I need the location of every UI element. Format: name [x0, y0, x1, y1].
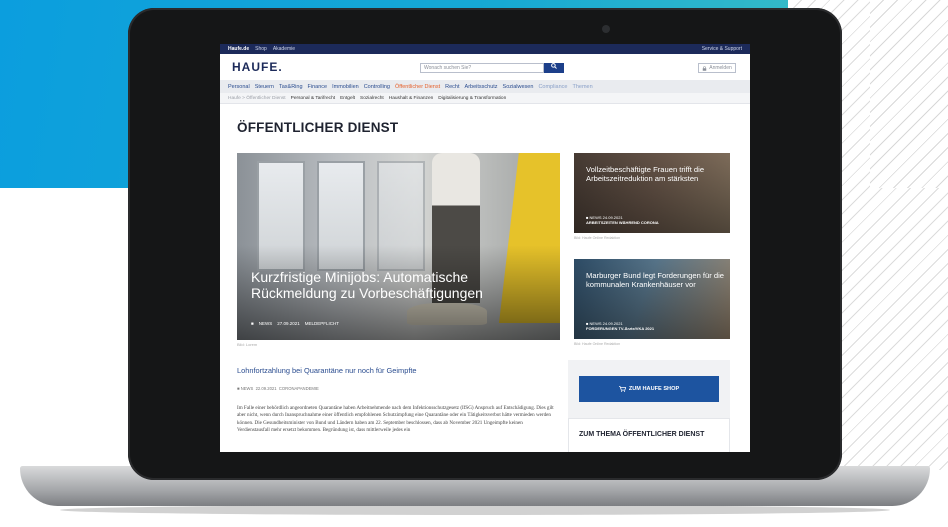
subnav-item-digitalisierung[interactable]: Digitalisierung & Transformation	[438, 96, 506, 101]
hero-meta-type: NEWS	[258, 321, 273, 326]
hero-teaser[interactable]: Kurzfristige Minijobs: Automatische Rück…	[237, 153, 560, 340]
search-bar: Wonach suchen Sie?	[420, 63, 564, 73]
nav-item-arbeitsschutz[interactable]: Arbeitsschutz	[465, 84, 498, 90]
laptop-shadow	[60, 505, 890, 515]
subnav-item-sozialrecht[interactable]: Sozialrecht	[360, 96, 384, 101]
nav-item-finance[interactable]: Finance	[308, 84, 328, 90]
search-button[interactable]	[544, 63, 564, 73]
article-title[interactable]: Lohnfortzahlung bei Quarantäne nur noch …	[237, 366, 417, 375]
article-meta: ■ NEWS 22.09.2021 CORONAPANDEMIE	[237, 386, 319, 391]
nav-item-immobilien[interactable]: Immobilien	[332, 84, 359, 90]
hero-image-caption: Bild: Lorem	[237, 342, 258, 347]
nav-item-taxring[interactable]: Tax&Ring	[279, 84, 303, 90]
nav-item-oeffentlicher-dienst[interactable]: Öffentlicher Dienst	[395, 84, 440, 90]
card-meta: ■ NEWS 24.09.2021 ARBEITSZEITEN WÄHREND …	[586, 215, 659, 225]
card-title[interactable]: Marburger Bund legt Forderungen für die …	[586, 271, 726, 289]
site-header: HAUFE. Wonach suchen Sie? Anmelden	[220, 54, 750, 80]
laptop-screen: Haufe.de Shop Akademie Service & Support…	[220, 44, 750, 452]
sub-navigation: Haufe > Öffentlicher Dienst Personal & T…	[220, 93, 750, 104]
hero-title[interactable]: Kurzfristige Minijobs: Automatische Rück…	[251, 269, 551, 301]
article-meta-date: 22.09.2021	[255, 386, 277, 391]
card-image-caption: Bild: Haufe Online Redaktion	[574, 236, 621, 240]
breadcrumb[interactable]: Haufe > Öffentlicher Dienst	[228, 96, 286, 101]
nav-item-steuern[interactable]: Steuern	[255, 84, 274, 90]
main-navigation: Personal Steuern Tax&Ring Finance Immobi…	[220, 80, 750, 93]
subnav-item-haushalt-finanzen[interactable]: Haushalt & Finanzen	[389, 96, 434, 101]
hero-meta-date: 27.09.2021	[277, 321, 300, 326]
zum-haufe-shop-button[interactable]: ZUM HAUFE SHOP	[579, 376, 719, 402]
related-topics-box: ZUM THEMA ÖFFENTLICHER DIENST	[568, 418, 730, 452]
nav-item-themen[interactable]: Themen	[572, 84, 592, 90]
shop-button-label: ZUM HAUFE SHOP	[628, 386, 680, 392]
topbar-link-shop[interactable]: Shop	[255, 46, 267, 52]
webcam-icon	[602, 25, 610, 33]
shop-box: ZUM HAUFE SHOP	[568, 360, 730, 418]
page-title: ÖFFENTLICHER DIENST	[237, 120, 399, 135]
cart-icon	[618, 386, 626, 392]
topbar-link-akademie[interactable]: Akademie	[273, 46, 295, 52]
promo-stage: Haufe.de Shop Akademie Service & Support…	[0, 0, 948, 527]
nav-item-recht[interactable]: Recht	[445, 84, 459, 90]
topbar-link-service[interactable]: Service & Support	[702, 46, 742, 52]
article-meta-tag[interactable]: CORONAPANDEMIE	[279, 386, 319, 391]
nav-item-sozialwesen[interactable]: Sozialwesen	[503, 84, 534, 90]
hero-meta-tag[interactable]: MELDEPFLICHT	[305, 321, 339, 326]
teaser-card[interactable]: Vollzeitbeschäftigte Frauen trifft die A…	[574, 153, 730, 233]
subnav-item-entgelt[interactable]: Entgelt	[340, 96, 355, 101]
card-meta: ■ NEWS 24.09.2021 FORDERUNGEN TV-Ärzte/V…	[586, 321, 654, 331]
nav-item-personal[interactable]: Personal	[228, 84, 250, 90]
login-button[interactable]: Anmelden	[698, 63, 736, 73]
haufe-logo[interactable]: HAUFE.	[232, 60, 283, 74]
hero-meta: ■ NEWS 27.09.2021 MELDEPFLICHT	[251, 321, 339, 326]
card-meta-tag[interactable]: ARBEITSZEITEN WÄHREND CORONA	[586, 220, 659, 225]
login-label: Anmelden	[709, 65, 732, 71]
article-body: Im Falle einer behördlich angeordneten Q…	[237, 405, 554, 434]
card-image-caption: Bild: Haufe Online Redaktion	[574, 342, 621, 346]
card-title[interactable]: Vollzeitbeschäftigte Frauen trifft die A…	[586, 165, 726, 183]
nav-item-controlling[interactable]: Controlling	[364, 84, 390, 90]
news-icon: ■	[237, 386, 240, 391]
search-icon	[551, 63, 557, 69]
card-meta-tag[interactable]: FORDERUNGEN TV-Ärzte/VKA 2021	[586, 326, 654, 331]
top-utility-bar: Haufe.de Shop Akademie Service & Support	[220, 44, 750, 54]
teaser-card[interactable]: Marburger Bund legt Forderungen für die …	[574, 259, 730, 339]
news-icon: ■	[251, 321, 254, 326]
nav-item-compliance[interactable]: Compliance	[538, 84, 567, 90]
lock-icon	[702, 65, 707, 71]
diagonal-stripes-top-decoration	[870, 0, 948, 188]
article-meta-type: NEWS	[240, 386, 254, 391]
related-topics-title: ZUM THEMA ÖFFENTLICHER DIENST	[579, 431, 705, 438]
subnav-item-personal-tarifrecht[interactable]: Personal & Tarifrecht	[291, 96, 335, 101]
search-input[interactable]: Wonach suchen Sie?	[420, 63, 544, 73]
topbar-link-haufe[interactable]: Haufe.de	[228, 46, 249, 52]
